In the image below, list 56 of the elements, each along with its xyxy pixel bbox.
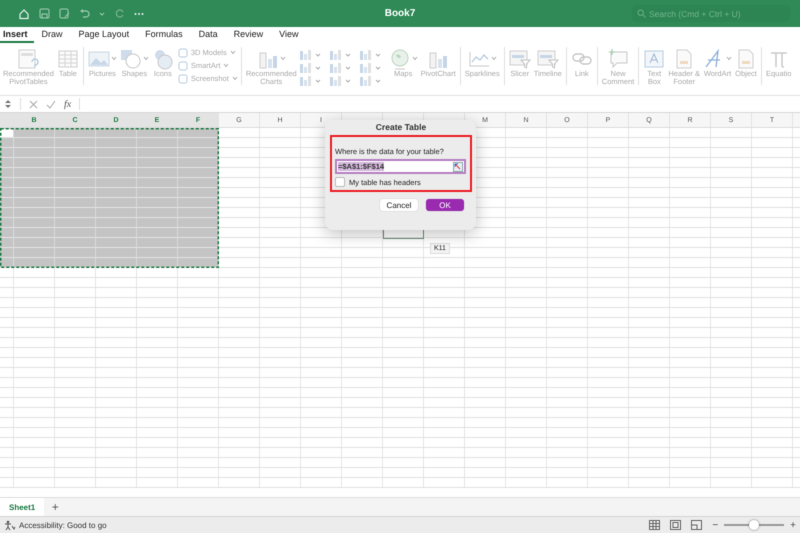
table-icon — [56, 48, 79, 70]
add-sheet-button[interactable]: + — [44, 498, 66, 516]
caret-icon — [223, 63, 230, 68]
range-picker-icon[interactable] — [453, 162, 463, 172]
ribbon-tab[interactable]: Review — [226, 29, 272, 43]
ribbon-tab[interactable]: Formulas — [137, 29, 191, 43]
checkbox[interactable] — [335, 177, 345, 187]
caret-icon — [232, 76, 238, 81]
zoom-out-button[interactable]: − — [712, 520, 718, 530]
caret-icon — [230, 50, 236, 55]
text-box-icon — [643, 48, 666, 70]
page-layout-icon[interactable] — [670, 520, 682, 530]
save-icon[interactable] — [39, 8, 50, 19]
shapes-icon — [120, 48, 142, 70]
caret-icon — [110, 56, 117, 61]
more-icon[interactable] — [134, 12, 144, 16]
comment-icon — [607, 48, 630, 70]
search-field[interactable]: Search (Cmd + Ctrl + U) — [632, 5, 790, 22]
page-break-icon[interactable] — [691, 520, 702, 530]
redo-icon[interactable] — [114, 8, 125, 19]
undo-icon[interactable] — [79, 8, 90, 19]
shape-icon — [178, 74, 188, 84]
search-icon — [637, 9, 646, 18]
dialog-title: Create Table — [374, 122, 428, 132]
shape-icon — [178, 48, 188, 58]
ribbon-tab[interactable]: Page Layout — [70, 29, 138, 43]
slicer-icon — [508, 48, 531, 70]
ribbon-tab[interactable]: Insert — [0, 29, 34, 43]
ribbon-tab[interactable]: Draw — [34, 29, 71, 43]
slider-thumb[interactable] — [749, 520, 760, 530]
caret-icon — [490, 56, 497, 61]
window-title: Book7 — [384, 8, 416, 19]
cancel-icon[interactable] — [29, 100, 38, 108]
ok-button[interactable]: OK — [426, 199, 464, 211]
pivot-table-icon — [17, 48, 40, 70]
caret-icon — [142, 56, 149, 61]
accessibility-icon[interactable] — [4, 520, 16, 530]
caret-icon — [726, 56, 732, 61]
cancel-button[interactable]: Cancel — [380, 199, 418, 211]
normal-view-icon[interactable] — [649, 520, 660, 530]
save-as-icon[interactable] — [59, 8, 70, 19]
function-button[interactable]: fx — [64, 98, 72, 110]
ribbon-tab[interactable]: View — [271, 29, 306, 43]
home-icon[interactable] — [18, 8, 30, 20]
stepper-icon[interactable] — [4, 98, 12, 110]
globe-icon — [388, 48, 411, 70]
zoom-in-button[interactable]: + — [790, 520, 796, 530]
check-icon[interactable] — [46, 100, 56, 108]
ribbon-tab[interactable]: Data — [190, 29, 226, 43]
slicer-icon — [536, 48, 559, 70]
sheet-tab[interactable]: Sheet1 — [0, 498, 44, 516]
caret-icon — [412, 56, 418, 61]
caret-icon — [280, 56, 286, 61]
caret-icon[interactable] — [99, 10, 105, 16]
status-text: Accessibility: Good to go — [19, 520, 107, 530]
shape-icon — [178, 60, 188, 70]
